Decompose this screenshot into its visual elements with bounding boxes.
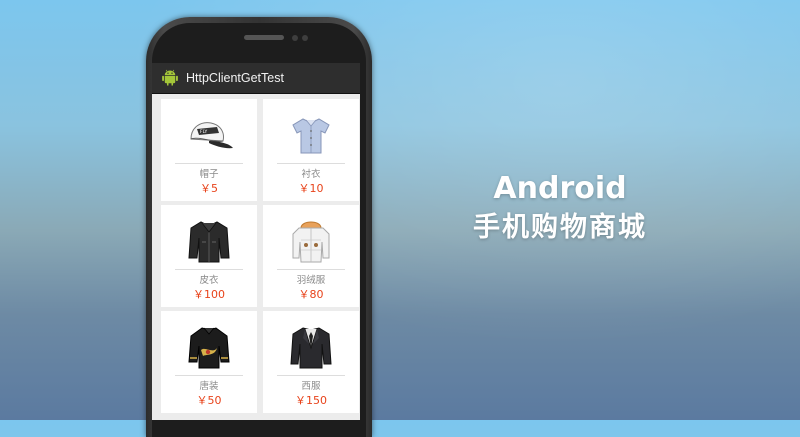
product-card-shirt[interactable]: 衬衣 ￥10 <box>263 99 359 201</box>
app-titlebar: HttpClientGetTest <box>152 63 360 94</box>
product-price: ￥5 <box>200 182 218 195</box>
shirt-icon <box>263 107 359 163</box>
card-divider <box>277 269 345 270</box>
product-card-suit[interactable]: 西服 ￥150 <box>263 311 359 413</box>
background <box>0 0 800 420</box>
card-divider <box>175 375 243 376</box>
product-card-leather-jacket[interactable]: 皮衣 ￥100 <box>161 205 257 307</box>
product-name: 羽绒服 <box>296 275 326 286</box>
product-card-down-jacket[interactable]: 羽绒服 ￥80 <box>263 205 359 307</box>
product-name: 衬衣 <box>301 169 321 180</box>
front-camera <box>292 35 298 41</box>
headline-line2: 手机购物商城 <box>473 212 647 243</box>
down-jacket-icon <box>263 213 359 269</box>
promo-headline: Android 手机购物商城 <box>440 170 680 248</box>
svg-text:FLY: FLY <box>200 129 207 135</box>
leather-jacket-icon <box>161 213 257 269</box>
product-price: ￥100 <box>193 288 225 301</box>
card-divider <box>277 163 345 164</box>
app-title: HttpClientGetTest <box>186 71 284 85</box>
product-name: 唐装 <box>199 381 219 392</box>
product-price: ￥80 <box>298 288 324 301</box>
card-divider <box>277 375 345 376</box>
product-price: ￥10 <box>298 182 324 195</box>
card-divider <box>175 163 243 164</box>
product-price: ￥50 <box>196 394 222 407</box>
cap-icon: FLY <box>161 107 257 163</box>
suit-icon <box>263 319 359 375</box>
product-name: 西服 <box>301 381 321 392</box>
proximity-sensor <box>302 35 308 41</box>
phone-screen: HttpClientGetTest FLY 帽子 ￥5 衬衣 ￥10 皮衣 ￥1… <box>152 63 360 420</box>
product-card-cap[interactable]: FLY 帽子 ￥5 <box>161 99 257 201</box>
card-divider <box>175 269 243 270</box>
product-price: ￥150 <box>295 394 327 407</box>
android-robot-icon <box>162 69 178 86</box>
product-name: 皮衣 <box>199 275 219 286</box>
product-name: 帽子 <box>199 169 219 180</box>
headline-line1: Android <box>493 171 627 206</box>
product-card-tang-suit[interactable]: 唐装 ￥50 <box>161 311 257 413</box>
tang-suit-icon <box>161 319 257 375</box>
speaker-grille <box>244 35 284 40</box>
